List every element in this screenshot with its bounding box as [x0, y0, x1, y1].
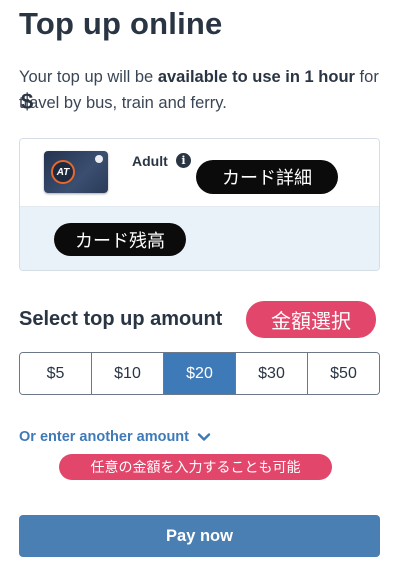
at-logo-icon: AT [51, 160, 75, 184]
card-chip-icon [95, 155, 103, 163]
annotation-amount-select: 金額選択 [246, 301, 376, 338]
amount-selector: $5 $10 $20 $30 $50 [19, 352, 380, 395]
amount-option-50[interactable]: $50 [308, 353, 379, 394]
amount-option-30[interactable]: $30 [236, 353, 308, 394]
annotation-card-balance: カード残高 [54, 223, 186, 256]
annotation-any-amount: 任意の金額を入力することも可能 [59, 454, 332, 480]
annotation-card-detail: カード詳細 [196, 160, 338, 194]
amount-option-20[interactable]: $20 [164, 353, 236, 394]
intro-text: Your top up will be available to use in … [19, 64, 384, 116]
amount-section-title: Select top up amount [19, 308, 223, 330]
amount-option-5[interactable]: $5 [20, 353, 92, 394]
chevron-down-icon [197, 433, 211, 441]
other-amount-toggle[interactable]: Or enter another amount [19, 429, 211, 445]
card-type-label: Adult [132, 153, 168, 169]
intro-text-bold: available to use in 1 hour [157, 68, 355, 86]
other-amount-label: Or enter another amount [19, 429, 189, 445]
transport-card-image: AT [44, 151, 108, 193]
amount-option-10[interactable]: $10 [92, 353, 164, 394]
card-balance-value: $ [21, 89, 34, 114]
info-icon[interactable]: i [176, 153, 191, 168]
pay-now-button[interactable]: Pay now [19, 515, 380, 557]
intro-text-part-1: Your top up will be [19, 68, 158, 86]
page-title: Top up online [19, 6, 223, 41]
